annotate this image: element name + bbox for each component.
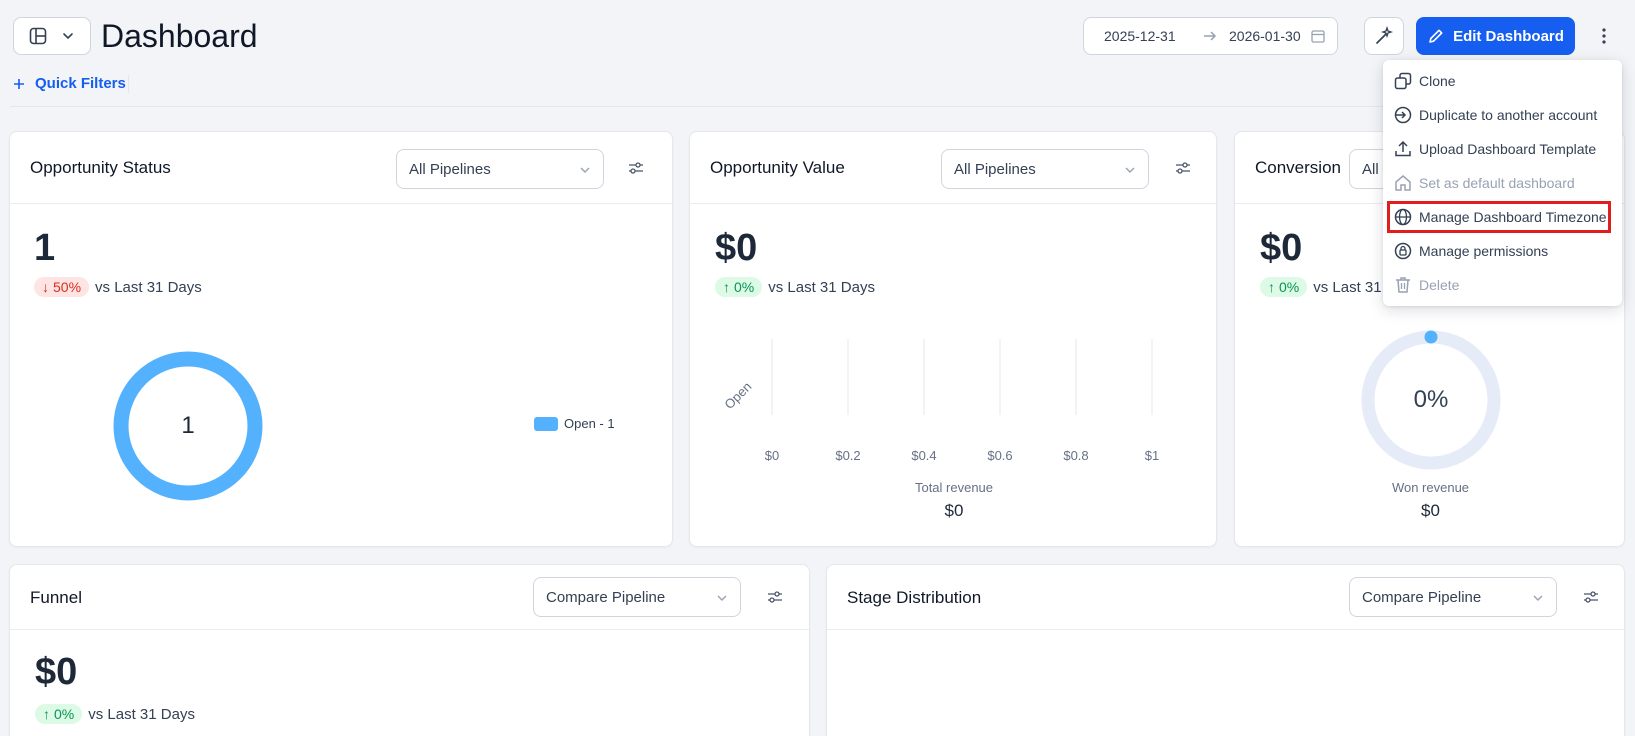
- quick-filters-button[interactable]: Quick Filters: [13, 75, 126, 92]
- opportunity-status-card: Opportunity Status All Pipelines 1 ↓ 50%…: [9, 131, 673, 547]
- card-title: Stage Distribution: [847, 588, 982, 607]
- funnel-card: Funnel Compare Pipeline $0 ↑ 0% vs Last …: [9, 564, 810, 736]
- card-header: Funnel Compare Pipeline: [10, 565, 809, 630]
- comparison-label: vs Last 31 Days: [95, 278, 202, 296]
- compare-pipeline-select-value: Compare Pipeline: [1362, 588, 1482, 606]
- footer-value: $0: [944, 501, 964, 520]
- magic-wand-icon: [1376, 26, 1394, 44]
- x-tick-label: $0.8: [1063, 448, 1089, 463]
- date-to[interactable]: 2026-01-30: [1229, 28, 1301, 44]
- x-tick-label: $0.6: [987, 448, 1013, 463]
- metric-value: 1: [34, 227, 56, 269]
- kebab-menu-icon: [1602, 28, 1606, 44]
- legend-label: Open - 1: [564, 416, 615, 431]
- footer-label: Total revenue: [914, 480, 994, 495]
- arrow-up-icon: ↑: [1268, 279, 1275, 295]
- legend-swatch: [534, 416, 558, 431]
- more-options-button[interactable]: [1594, 22, 1614, 50]
- metric-comparison: ↓ 50% vs Last 31 Days: [34, 276, 202, 298]
- header-divider: [10, 106, 1410, 107]
- x-tick-label: $0.2: [835, 448, 861, 463]
- donut-center-value: 1: [181, 412, 195, 439]
- plus-icon: [14, 78, 24, 89]
- divider: [128, 75, 129, 93]
- chevron-down-icon: [580, 167, 590, 173]
- arrow-right-icon: [1204, 31, 1217, 41]
- menu-item-label: Manage permissions: [1419, 243, 1549, 259]
- opportunity-value-card: Opportunity Value All Pipelines $0 ↑ 0% …: [689, 131, 1217, 547]
- footer-label: Won revenue: [1391, 480, 1470, 495]
- pencil-icon: [1429, 29, 1443, 43]
- settings-sliders-icon[interactable]: [767, 590, 783, 604]
- menu-item-label: Delete: [1419, 277, 1460, 293]
- settings-sliders-icon[interactable]: [628, 161, 644, 175]
- metric-value: $0: [1260, 227, 1303, 269]
- metric-value: $0: [35, 651, 78, 693]
- delta-value: 0%: [54, 706, 75, 722]
- menu-item-label: Clone: [1419, 73, 1456, 89]
- gauge-marker: [1424, 330, 1438, 344]
- settings-sliders-icon[interactable]: [1583, 590, 1599, 604]
- x-tick-label: $1: [1144, 448, 1160, 463]
- x-tick-label: $0.4: [911, 448, 937, 463]
- metric-comparison: ↑ 0% vs Last 31 Days: [35, 703, 195, 725]
- comparison-label: vs Last 31 Days: [88, 705, 195, 723]
- page-title: Dashboard: [101, 18, 258, 54]
- lock-icon: [1394, 242, 1412, 260]
- date-range-picker[interactable]: 2025-12-31 2026-01-30: [1083, 17, 1338, 55]
- menu-item-set-default[interactable]: Set as default dashboard: [1383, 166, 1622, 200]
- quick-filters-label: Quick Filters: [35, 75, 126, 92]
- compare-pipeline-select[interactable]: Compare Pipeline: [533, 577, 741, 617]
- copy-icon: [1394, 72, 1412, 90]
- pipeline-select[interactable]: All Pipelines: [396, 149, 604, 189]
- chevron-down-icon: [1533, 595, 1543, 601]
- x-tick-label: $0: [764, 448, 780, 463]
- menu-item-delete[interactable]: Delete: [1383, 268, 1622, 302]
- dashboard-options-menu: Clone Duplicate to another account Uploa…: [1383, 60, 1622, 306]
- trash-icon: [1396, 277, 1410, 293]
- delta-value: 0%: [1279, 279, 1300, 295]
- upload-icon: [1395, 140, 1411, 157]
- edit-dashboard-label: Edit Dashboard: [1453, 27, 1564, 45]
- menu-item-manage-timezone[interactable]: Manage Dashboard Timezone: [1383, 200, 1622, 234]
- home-icon: [1395, 175, 1411, 191]
- delta-badge: ↑ 0%: [35, 704, 83, 724]
- chevron-down-icon: [717, 595, 727, 601]
- compare-pipeline-select[interactable]: Compare Pipeline: [1349, 577, 1557, 617]
- chevron-down-icon: [63, 33, 73, 40]
- card-title: Funnel: [30, 588, 82, 607]
- gauge-value: 0%: [1413, 386, 1449, 413]
- menu-item-label: Duplicate to another account: [1419, 107, 1598, 123]
- card-title: Opportunity Status: [30, 158, 171, 177]
- pipeline-select-value: All Pipelines: [409, 160, 491, 178]
- layout-switcher[interactable]: [13, 17, 91, 55]
- arrow-down-icon: ↓: [42, 279, 49, 295]
- compare-pipeline-select-value: Compare Pipeline: [546, 588, 666, 606]
- date-from[interactable]: 2025-12-31: [1104, 28, 1176, 44]
- menu-item-manage-permissions[interactable]: Manage permissions: [1383, 234, 1622, 268]
- menu-item-upload-template[interactable]: Upload Dashboard Template: [1383, 132, 1622, 166]
- arrow-up-icon: ↑: [43, 706, 50, 722]
- edit-dashboard-button[interactable]: Edit Dashboard: [1416, 17, 1575, 55]
- card-header: Stage Distribution Compare Pipeline: [827, 565, 1624, 630]
- duplicate-icon: [1394, 106, 1412, 124]
- delta-value: 50%: [53, 279, 82, 295]
- footer-value: $0: [1421, 501, 1440, 520]
- chart-legend[interactable]: Open - 1: [534, 416, 615, 431]
- menu-item-label: Manage Dashboard Timezone: [1419, 209, 1607, 225]
- layout-icon: [29, 27, 47, 45]
- globe-icon: [1394, 208, 1412, 226]
- stage-distribution-card: Stage Distribution Compare Pipeline: [826, 564, 1625, 736]
- card-title: Conversion: [1255, 158, 1341, 177]
- menu-item-clone[interactable]: Clone: [1383, 64, 1622, 98]
- delta-badge: ↓ 50%: [34, 277, 90, 297]
- menu-item-duplicate[interactable]: Duplicate to another account: [1383, 98, 1622, 132]
- menu-item-label: Set as default dashboard: [1419, 175, 1575, 191]
- card-header: Opportunity Status All Pipelines: [10, 132, 672, 204]
- calendar-icon: [1311, 30, 1325, 43]
- ai-magic-button[interactable]: [1364, 17, 1404, 55]
- delta-badge: ↑ 0%: [1260, 277, 1308, 297]
- menu-item-label: Upload Dashboard Template: [1419, 141, 1597, 157]
